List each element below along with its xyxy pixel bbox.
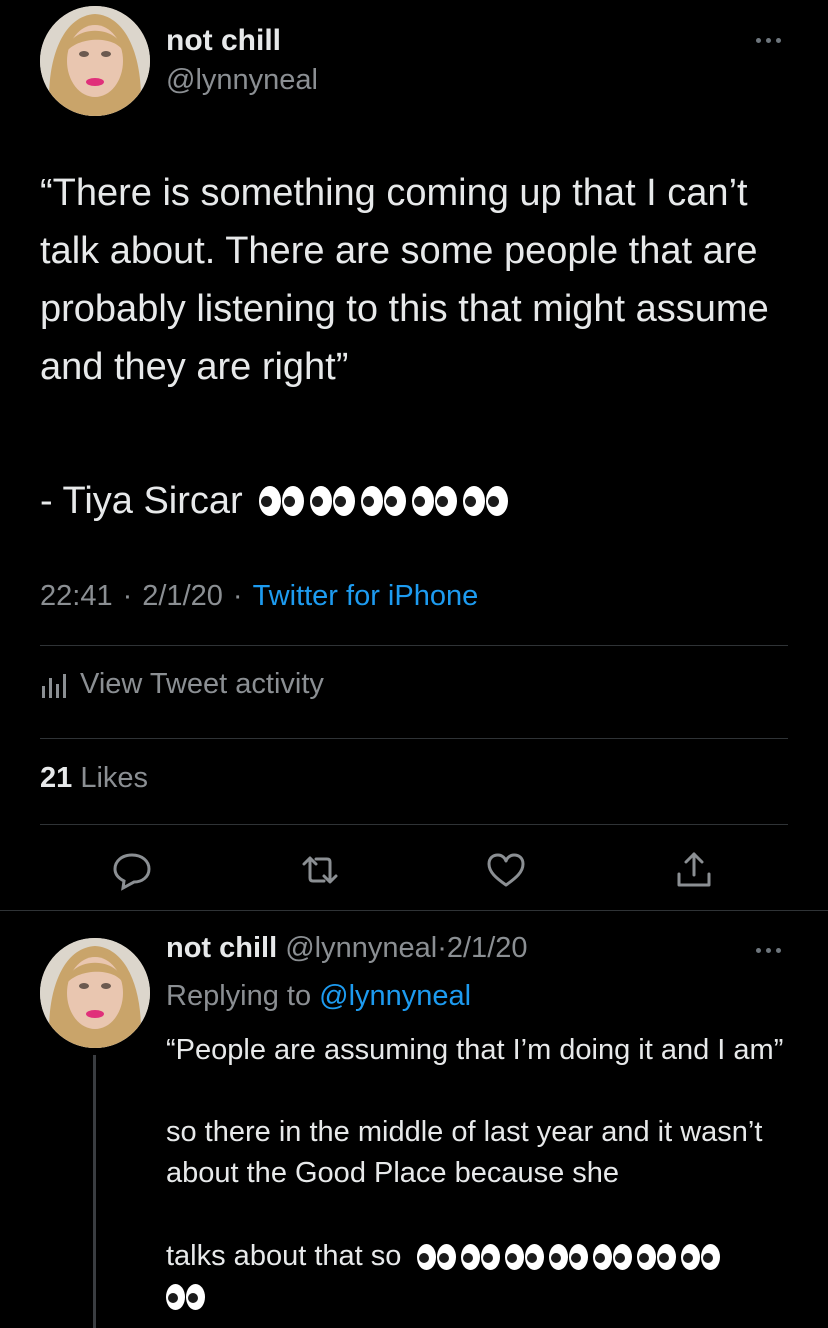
divider — [0, 910, 828, 911]
eyes-emoji — [462, 486, 508, 516]
avatar[interactable] — [40, 6, 150, 116]
share-icon — [677, 852, 711, 887]
eyes-emoji-row — [417, 1244, 721, 1271]
eyes-emoji — [637, 1244, 677, 1271]
likes-count: 21 — [40, 762, 73, 794]
thread-line — [93, 1055, 96, 1328]
meta-separator: · — [232, 580, 243, 612]
tweet-source-link[interactable]: Twitter for iPhone — [253, 580, 479, 613]
tweet-text: “There is something coming up that I can… — [40, 172, 780, 388]
replying-prefix: Replying to — [166, 980, 312, 1012]
meta-separator: · — [437, 932, 447, 964]
tweet-time: 22:41 — [40, 580, 113, 612]
analytics-icon — [42, 673, 66, 698]
reply-text-tail: talks about that so — [166, 1236, 796, 1277]
retweet-button[interactable] — [298, 848, 342, 892]
eyes-emoji — [360, 486, 406, 516]
likes-count-link[interactable]: 21 Likes — [40, 762, 148, 795]
likes-label: Likes — [80, 762, 149, 794]
reply-header: not chill @lynnyneal·2/1/20 — [166, 932, 528, 965]
eyes-emoji — [411, 486, 457, 516]
eyes-emoji — [461, 1244, 501, 1271]
like-button[interactable] — [484, 848, 528, 892]
eyes-emoji — [505, 1244, 545, 1271]
meta-separator: · — [122, 580, 133, 612]
view-activity-button[interactable]: View Tweet activity — [40, 668, 324, 701]
eyes-emoji — [309, 486, 355, 516]
share-button[interactable] — [672, 848, 716, 892]
eyes-emoji — [549, 1244, 589, 1271]
eyes-emoji — [258, 486, 304, 516]
reply-avatar[interactable] — [40, 938, 150, 1048]
reply-button[interactable] — [110, 848, 154, 892]
divider — [40, 738, 788, 739]
replying-to: Replying to @lynnyneal — [166, 980, 471, 1013]
author-handle[interactable]: @lynnyneal — [166, 64, 318, 97]
reply-tail-text: talks about that so — [166, 1240, 402, 1272]
like-icon — [487, 853, 525, 887]
tweet-date: 2/1/20 — [142, 580, 223, 612]
eyes-emoji-row — [258, 486, 508, 516]
tweet-attribution: - Tiya Sircar — [40, 472, 508, 530]
divider — [40, 645, 788, 646]
reply-author-name[interactable]: not chill — [166, 932, 277, 964]
eyes-emoji-row — [166, 1284, 205, 1315]
author-name[interactable]: not chill — [166, 24, 281, 58]
replying-to-link[interactable]: @lynnyneal — [319, 980, 471, 1012]
eyes-emoji — [166, 1284, 205, 1310]
reply-date[interactable]: 2/1/20 — [447, 932, 528, 964]
eyes-emoji — [681, 1244, 721, 1271]
more-options-icon[interactable] — [748, 30, 788, 50]
attribution-text: - Tiya Sircar — [40, 480, 243, 522]
activity-label: View Tweet activity — [80, 668, 324, 700]
reply-icon — [113, 853, 151, 891]
divider — [40, 824, 788, 825]
tweet-meta: 22:41 · 2/1/20 · Twitter for iPhone — [40, 580, 478, 613]
more-options-icon[interactable] — [748, 940, 788, 960]
eyes-emoji — [417, 1244, 457, 1271]
reply-author-handle[interactable]: @lynnyneal — [285, 932, 437, 964]
eyes-emoji — [593, 1244, 633, 1271]
reply-text: “People are assuming that I’m doing it a… — [166, 1034, 784, 1189]
retweet-icon — [302, 856, 338, 884]
